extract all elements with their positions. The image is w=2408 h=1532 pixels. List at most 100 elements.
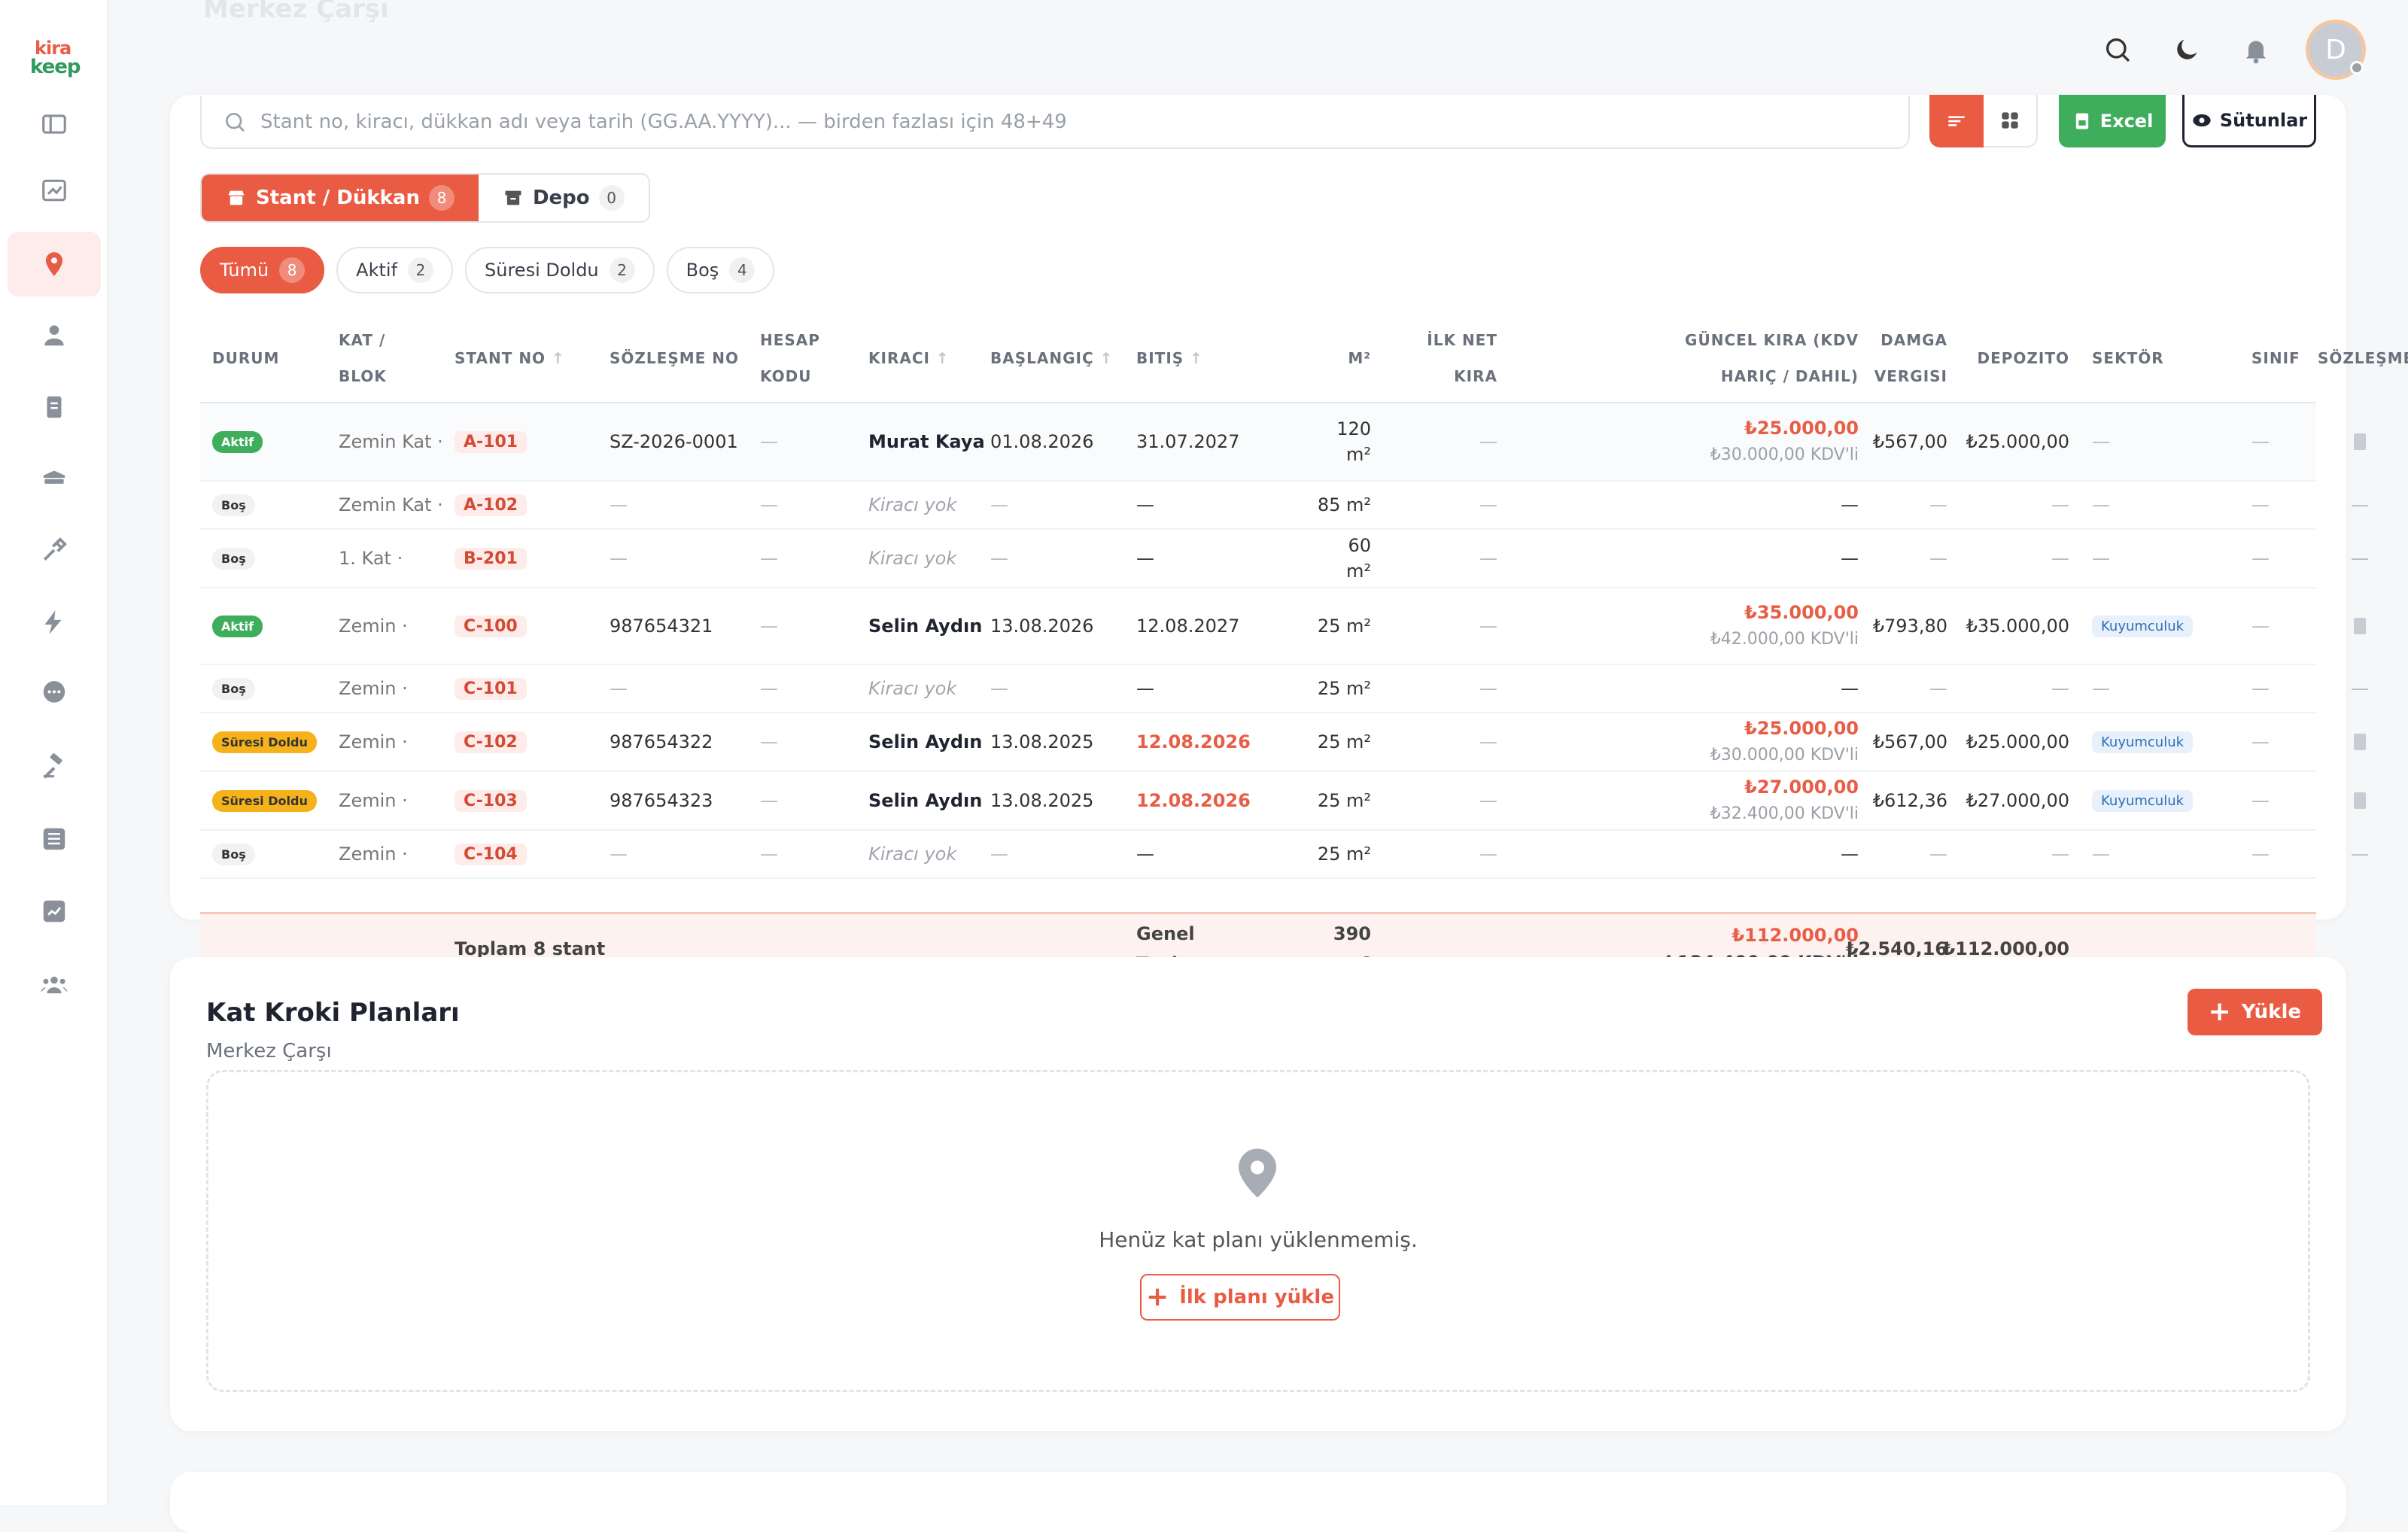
deposit-cell: —	[2051, 548, 2069, 569]
list-view-button[interactable]	[1929, 95, 1984, 147]
table-row[interactable]: Boş 1. Kat · B-201 — — Kiracı yok — — 60 m² — — — — — —…	[200, 530, 2369, 588]
sector-cell: —	[2092, 494, 2110, 515]
tab-stand-shop[interactable]: Stant / Dükkan 8	[202, 175, 479, 221]
filter-all[interactable]: Tümü 8	[200, 247, 325, 293]
stand-no-badge[interactable]: C-104	[455, 843, 527, 865]
table-row[interactable]: Boş Zemin · C-104 — — Kiracı yok — — 25 m² — — — — — —…	[200, 831, 2369, 879]
nav-locations[interactable]	[8, 232, 101, 296]
kirakeep-logo[interactable]: kira keep	[30, 39, 84, 80]
nav-reports[interactable]	[8, 879, 101, 944]
moon-icon	[2177, 39, 2197, 59]
tab-depot[interactable]: Depo 0	[479, 175, 649, 221]
tenant-cell[interactable]: Selin Aydın	[868, 772, 982, 829]
area-unit: m²	[1346, 444, 1371, 465]
table-row[interactable]: Aktif Zemin Kat · A-101 SZ-2026-0001 — Murat …	[200, 403, 2366, 482]
logo-text-kira: kira	[35, 38, 71, 59]
bell-icon	[2245, 41, 2267, 64]
stand-no-badge[interactable]: C-102	[455, 731, 527, 753]
col-ilk-line1[interactable]: İLK NET	[1404, 322, 1497, 358]
grid-view-button[interactable]	[1984, 95, 2038, 147]
contract-no-cell: 987654322	[610, 731, 713, 752]
filter-expired[interactable]: Süresi Doldu 2	[465, 247, 655, 293]
stall-search-field[interactable]: Stant no, kiracı, dükkan adı veya tarih …	[200, 96, 1910, 149]
upload-label: Yükle	[2241, 1001, 2301, 1023]
filter-empty[interactable]: Boş 4	[666, 247, 775, 293]
floor-cell: Zemin Kat ·	[339, 431, 443, 452]
tab-depot-label: Depo	[532, 187, 590, 209]
table-row[interactable]: Süresi Doldu Zemin · C-102 987654322 — Selin …	[200, 713, 2366, 772]
nav-contracts[interactable]	[8, 375, 101, 439]
document-icon[interactable]	[2354, 734, 2366, 750]
stand-no-badge[interactable]: A-101	[455, 430, 528, 453]
sector-badge: Kuyumculuk	[2092, 731, 2194, 753]
nav-analytics[interactable]	[8, 158, 101, 223]
col-stant-no[interactable]: STANT NO ↑	[455, 340, 565, 376]
stand-no-badge[interactable]: C-103	[455, 789, 527, 812]
search-button[interactable]	[2098, 30, 2137, 69]
table-row[interactable]: Aktif Zemin · C-100 987654321 — Selin Aydın 13…	[200, 588, 2366, 665]
stamp-tax-cell: ₺612,36	[1872, 790, 1947, 811]
tenant-cell[interactable]: Selin Aydın	[868, 713, 982, 771]
floor-cell: Zemin ·	[339, 790, 408, 811]
col-guncel-line1[interactable]: GÜNCEL KIRA (KDV	[1525, 322, 1859, 358]
initial-rent-cell: —	[1479, 844, 1497, 865]
rent-kdv-value: ₺30.000,00 KDV'li	[1710, 746, 1859, 764]
floor-plan-dropzone[interactable]: Henüz kat planı yüklenmemiş. + İlk planı …	[206, 1070, 2310, 1392]
area-unit: m²	[1346, 561, 1371, 582]
table-row[interactable]: Süresi Doldu Zemin · C-103 987654323 — Selin …	[200, 772, 2366, 831]
table-row[interactable]: Boş Zemin · C-101 — — Kiracı yok — — 25 m² — — — — — —…	[200, 665, 2369, 713]
first-upload-button[interactable]: + İlk planı yükle	[1140, 1274, 1340, 1321]
area-value: 25 m²	[1317, 678, 1371, 699]
nav-utilities[interactable]	[8, 590, 101, 655]
col-kat-line1[interactable]: KAT /	[339, 322, 385, 358]
initial-rent-cell: —	[1479, 431, 1497, 452]
floor-plan-card: Kat Kroki Planları Merkez Çarşı + Yükle H…	[170, 957, 2346, 1431]
stand-no-badge[interactable]: C-101	[455, 677, 527, 700]
nav-legal[interactable]	[8, 734, 101, 799]
stand-cell: B-201	[455, 530, 527, 587]
col-durum[interactable]: DURUM	[212, 340, 279, 376]
status-badge: Boş	[212, 843, 255, 865]
columns-toggle-button[interactable]: Sütunlar	[2182, 95, 2316, 147]
filter-active[interactable]: Aktif 2	[336, 247, 454, 293]
nav-storage[interactable]	[8, 445, 101, 510]
deposit-cell: ₺27.000,00	[1966, 790, 2069, 811]
nav-tools[interactable]	[8, 518, 101, 582]
current-rent-cell: —	[1525, 482, 1859, 528]
current-rent-cell: —	[1525, 665, 1859, 712]
stand-no-badge[interactable]: B-201	[455, 547, 527, 570]
col-depozito[interactable]: DEPOZITO	[1961, 340, 2069, 376]
col-hesap-line1[interactable]: HESAP	[760, 322, 820, 358]
document-icon[interactable]	[2354, 618, 2366, 634]
tenant-cell[interactable]: Murat Kaya	[868, 403, 985, 480]
col-m2[interactable]: M²	[1299, 340, 1371, 376]
stamp-tax-cell: —	[1929, 548, 1947, 569]
notifications-button[interactable]	[2236, 30, 2276, 69]
table-row[interactable]: Boş Zemin Kat · A-102 — — Kiracı yok — — 85 m² — —…	[200, 482, 2369, 530]
col-bitis[interactable]: BITIŞ ↑	[1136, 340, 1203, 376]
stand-no-badge[interactable]: A-102	[455, 494, 528, 516]
document-icon[interactable]	[2354, 792, 2366, 809]
class-cell: —	[2251, 548, 2270, 569]
nav-list[interactable]	[8, 807, 101, 871]
nav-dashboard[interactable]	[8, 92, 101, 157]
document-icon[interactable]	[2354, 433, 2366, 450]
stand-no-badge[interactable]: C-100	[455, 615, 527, 637]
user-avatar[interactable]: D	[2306, 20, 2366, 80]
nav-users[interactable]	[8, 953, 101, 1017]
col-kiraci[interactable]: KIRACI ↑	[868, 340, 950, 376]
status-badge: Boş	[212, 547, 255, 570]
status-cell: Süresi Doldu	[212, 713, 317, 771]
theme-toggle-button[interactable]	[2167, 30, 2206, 69]
col-damga-line1[interactable]: DAMGA	[1856, 322, 1947, 358]
col-baslangic[interactable]: BAŞLANGIÇ ↑	[990, 340, 1113, 376]
nav-messages[interactable]	[8, 661, 101, 725]
nav-tenants[interactable]	[8, 302, 101, 367]
col-sektor[interactable]: SEKTÖR	[2092, 340, 2164, 376]
tenant-cell[interactable]: Selin Aydın	[868, 588, 982, 664]
excel-export-button[interactable]: Excel	[2059, 95, 2166, 147]
account-code-cell: —	[760, 494, 778, 515]
col-ilk-line2: KIRA	[1454, 367, 1497, 385]
col-sozlesme-no[interactable]: SÖZLEŞME NO	[610, 340, 739, 376]
upload-button[interactable]: + Yükle	[2187, 989, 2322, 1035]
